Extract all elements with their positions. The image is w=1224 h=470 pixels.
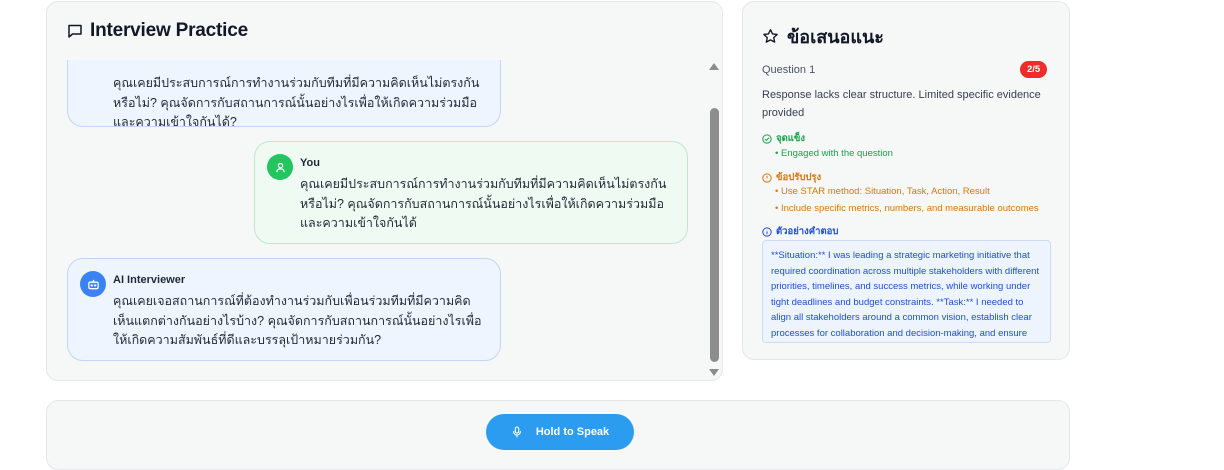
scroll-up-arrow[interactable] bbox=[709, 63, 719, 70]
improvements-heading-label: ข้อปรับปรุง bbox=[776, 172, 822, 183]
hold-to-speak-label: Hold to Speak bbox=[535, 426, 610, 438]
improvement-item: • Include specific metrics, numbers, and… bbox=[775, 203, 1039, 214]
strengths-heading-label: จุดแข็ง bbox=[776, 133, 805, 144]
example-answer-text: **Situation:** I was leading a strategic… bbox=[771, 250, 1040, 339]
message-text: คุณเคยมีประสบการณ์การทำงานร่วมกับทีมที่ม… bbox=[113, 76, 480, 129]
improvement-item: • Use STAR method: Situation, Task, Acti… bbox=[775, 186, 990, 197]
improvement-item-text: Use STAR method: Situation, Task, Action… bbox=[780, 186, 990, 197]
improvement-item-text: Include specific metrics, numbers, and m… bbox=[780, 203, 1039, 214]
info-icon bbox=[762, 226, 772, 237]
strength-item: • Engaged with the question bbox=[775, 148, 893, 159]
chat-panel: Interview Practice คุณเคยมีประสบการณ์การ… bbox=[46, 1, 723, 381]
user-avatar bbox=[267, 154, 293, 180]
message-ai: AI Interviewer คุณเคยเจอสถานการณ์ที่ต้อง… bbox=[67, 258, 501, 361]
message-sender: You bbox=[300, 157, 320, 169]
message-text: คุณเคยมีประสบการณ์การทำงานร่วมกับทีมที่ม… bbox=[300, 177, 667, 230]
message-sender: AI Interviewer bbox=[113, 274, 186, 286]
bot-avatar bbox=[80, 271, 106, 297]
alert-circle-icon bbox=[762, 172, 772, 183]
user-icon bbox=[275, 162, 285, 172]
chat-header: Interview Practice bbox=[67, 20, 248, 42]
feedback-panel: ข้อเสนอแนะ Question 1 2/5 Response lacks… bbox=[742, 1, 1070, 360]
feedback-title: ข้อเสนอแนะ bbox=[787, 27, 884, 47]
message-ai: คุณเคยมีประสบการณ์การทำงานร่วมกับทีมที่ม… bbox=[67, 60, 501, 129]
check-circle-icon bbox=[762, 133, 772, 144]
example-heading: ตัวอย่างคำตอบ bbox=[762, 224, 838, 239]
message-user: You คุณเคยมีประสบการณ์การทำงานร่วมกับทีม… bbox=[254, 141, 688, 244]
bot-icon bbox=[87, 279, 99, 289]
question-label: Question 1 bbox=[762, 64, 816, 76]
strength-item-text: Engaged with the question bbox=[780, 148, 893, 159]
example-heading-label: ตัวอย่างคำตอบ bbox=[776, 226, 839, 237]
hold-to-speak-button[interactable]: Hold to Speak bbox=[486, 414, 634, 450]
chat-bubble-icon bbox=[68, 24, 82, 38]
strengths-heading: จุดแข็ง bbox=[762, 131, 805, 146]
improvements-heading: ข้อปรับปรุง bbox=[762, 170, 821, 185]
feedback-summary: Response lacks clear structure. Limited … bbox=[762, 89, 1041, 119]
scroll-down-arrow[interactable] bbox=[709, 369, 719, 376]
chat-title: Interview Practice bbox=[90, 20, 248, 41]
score-badge: 2/5 bbox=[1020, 61, 1048, 78]
scrollbar-thumb[interactable] bbox=[710, 108, 719, 362]
example-answer-box[interactable]: **Situation:** I was leading a strategic… bbox=[762, 240, 1051, 343]
feedback-header: ข้อเสนอแนะ bbox=[762, 22, 884, 51]
microphone-icon bbox=[512, 426, 521, 438]
message-text: คุณเคยเจอสถานการณ์ที่ต้องทำงานร่วมกับเพื… bbox=[113, 294, 482, 347]
message-list[interactable]: คุณเคยมีประสบการณ์การทำงานร่วมกับทีมที่ม… bbox=[47, 60, 707, 378]
star-icon bbox=[763, 29, 778, 43]
